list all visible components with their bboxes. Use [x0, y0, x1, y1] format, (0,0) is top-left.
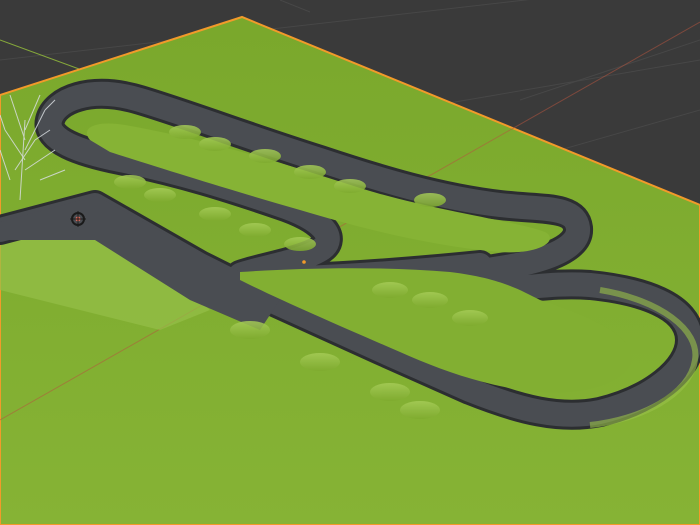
roller	[414, 193, 446, 207]
3d-viewport[interactable]	[0, 0, 700, 525]
roller	[199, 207, 231, 221]
roller	[199, 137, 231, 151]
roller	[114, 175, 146, 189]
roller	[372, 282, 408, 298]
roller	[294, 165, 326, 179]
roller	[239, 223, 271, 237]
roller	[230, 321, 270, 339]
roller	[169, 125, 201, 139]
roller	[452, 310, 488, 326]
roller	[300, 353, 340, 371]
roller	[284, 237, 316, 251]
viewport-canvas[interactable]	[0, 0, 700, 525]
roller	[249, 149, 281, 163]
roller	[144, 188, 176, 202]
roller	[400, 401, 440, 419]
roller	[412, 292, 448, 308]
object-origin	[302, 260, 306, 264]
roller	[334, 179, 366, 193]
roller	[370, 383, 410, 401]
